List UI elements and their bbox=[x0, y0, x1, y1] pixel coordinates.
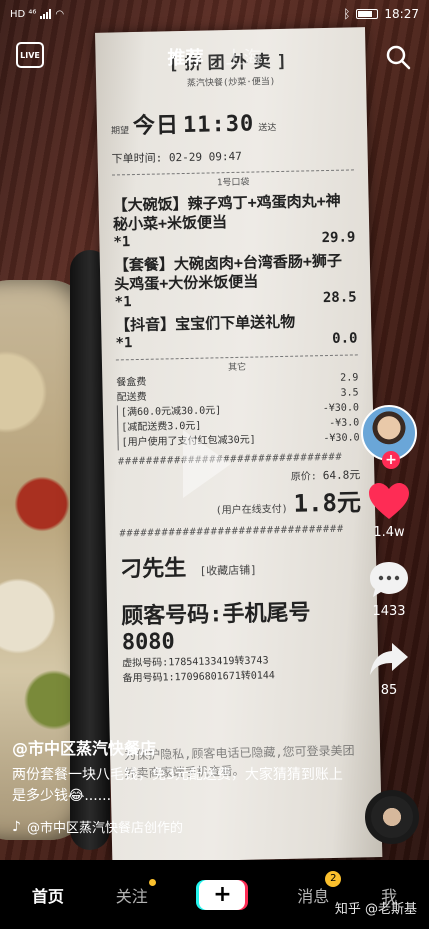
nav-messages-label: 消息 bbox=[297, 886, 330, 906]
fee-value: -¥30.0 bbox=[322, 402, 360, 415]
follow-dot bbox=[148, 878, 156, 886]
expect-label: 期望 bbox=[110, 126, 130, 137]
comment-action[interactable]: 1433 bbox=[368, 560, 410, 619]
fee-value: -¥3.0 bbox=[329, 417, 360, 430]
item-qty: *1 bbox=[115, 335, 133, 352]
fee-value: 3.5 bbox=[340, 387, 359, 399]
battery-icon bbox=[356, 9, 379, 19]
nav-messages[interactable]: 消息 2 bbox=[297, 870, 342, 907]
tab-local[interactable]: 上海 bbox=[226, 44, 262, 70]
wifi-icon: ◠ bbox=[55, 8, 65, 20]
fee-label: 配送费 bbox=[116, 391, 147, 404]
search-icon[interactable] bbox=[385, 44, 411, 70]
item-price: 0.0 bbox=[332, 330, 358, 347]
music-disc-icon[interactable] bbox=[365, 790, 419, 844]
author-avatar[interactable]: + bbox=[361, 405, 417, 469]
status-left: HD ⁴⁶ ◠ bbox=[10, 9, 64, 20]
item-price: 29.9 bbox=[321, 229, 356, 247]
bluetooth-icon: ᛒ bbox=[343, 7, 351, 21]
share-action[interactable]: 85 bbox=[368, 639, 410, 698]
order-time-row: 下单时间: 02-29 09:47 bbox=[111, 145, 353, 166]
fee-label: [满60.0元减30.0元] bbox=[120, 405, 222, 419]
nav-follow-label: 关注 bbox=[115, 886, 148, 906]
item-qty: *1 bbox=[114, 294, 132, 311]
messages-badge: 2 bbox=[325, 870, 342, 887]
signal-icon bbox=[40, 9, 52, 19]
video-description: 两份套餐一块八毛钱，免3元配送费，大家猜猜到账上是多少钱😂...... bbox=[12, 767, 343, 804]
hash-divider: ################################ bbox=[119, 523, 345, 540]
receipt-expect-row: 期望 今日 11:30 送达 bbox=[111, 103, 354, 140]
expect-day: 今日 bbox=[132, 113, 180, 140]
author-name[interactable]: @市中区蒸汽快餐店 bbox=[12, 735, 352, 759]
action-column: + 1.4w 1433 85 bbox=[359, 405, 419, 698]
top-nav: LIVE 推荐 上海 bbox=[0, 40, 429, 76]
feed-tabs: 推荐 上海 bbox=[0, 44, 429, 70]
clock: 18:27 bbox=[384, 7, 419, 21]
expect-suffix: 送达 bbox=[258, 123, 277, 134]
original-price: 64.8元 bbox=[322, 468, 361, 483]
comment-icon[interactable] bbox=[368, 560, 410, 600]
nav-follow[interactable]: 关注 bbox=[115, 878, 156, 907]
create-button[interactable]: + bbox=[199, 879, 246, 910]
follow-plus-icon[interactable]: + bbox=[382, 451, 400, 469]
tab-recommend[interactable]: 推荐 bbox=[168, 44, 204, 70]
customer-name: 刁先生 bbox=[120, 556, 187, 583]
customer-tag: [收藏店铺] bbox=[199, 563, 257, 578]
bag-divider: 1号口袋 bbox=[112, 169, 355, 191]
status-right: ᛒ 18:27 bbox=[343, 7, 419, 21]
like-action[interactable]: 1.4w bbox=[367, 481, 411, 540]
receipt-item-name: 【套餐】大碗卤肉+台湾香肠+狮子头鸡蛋+大份米饭便当 bbox=[113, 251, 343, 294]
paid-amount: 1.8元 bbox=[293, 488, 362, 518]
music-row[interactable]: ♪ @市中区蒸汽快餐店创作的 bbox=[12, 817, 352, 837]
customer-name-row: 刁先生 [收藏店铺] bbox=[120, 552, 363, 586]
expect-time: 11:30 bbox=[182, 111, 255, 139]
original-price-label: 原价: bbox=[290, 471, 317, 483]
watermark: 知乎 @老斯基 bbox=[334, 902, 417, 917]
fee-value: -¥30.0 bbox=[323, 432, 360, 445]
carrier-label: HD ⁴⁶ bbox=[10, 8, 37, 20]
bottom-nav: 首页 关注 + 消息 2 我 bbox=[0, 860, 429, 929]
hash-divider: ################################ bbox=[117, 451, 343, 468]
item-price: 28.5 bbox=[322, 289, 357, 307]
like-count: 1.4w bbox=[373, 525, 405, 540]
heart-icon[interactable] bbox=[367, 481, 411, 521]
paid-label: (用户在线支付) bbox=[215, 503, 288, 517]
nav-home[interactable]: 首页 bbox=[32, 883, 64, 907]
play-icon[interactable] bbox=[183, 430, 231, 498]
caption: @市中区蒸汽快餐店 两份套餐一块八毛钱，免3元配送费，大家猜猜到账上是多少钱😂.… bbox=[12, 735, 352, 836]
order-time: 02-29 09:47 bbox=[168, 149, 242, 165]
fee-label: 餐盒费 bbox=[116, 376, 147, 389]
customer-code: 顾客号码:手机尾号8080 bbox=[121, 600, 311, 656]
order-time-label: 下单时间: bbox=[111, 151, 163, 166]
music-note-icon: ♪ bbox=[12, 818, 21, 835]
share-icon[interactable] bbox=[368, 639, 410, 679]
receipt-item-name: 【大碗饭】辣子鸡丁+鸡蛋肉丸+神秘小菜+米饭便当 bbox=[112, 191, 341, 234]
item-qty: *1 bbox=[113, 234, 131, 251]
fee-value: 2.9 bbox=[340, 372, 359, 384]
share-count: 85 bbox=[380, 683, 398, 698]
music-title[interactable]: @市中区蒸汽快餐店创作的 bbox=[27, 817, 183, 836]
comment-count: 1433 bbox=[372, 604, 406, 619]
paid-row: (用户在线支付) 1.8元 bbox=[119, 482, 362, 522]
status-bar: HD ⁴⁶ ◠ ᛒ 18:27 bbox=[0, 0, 429, 28]
